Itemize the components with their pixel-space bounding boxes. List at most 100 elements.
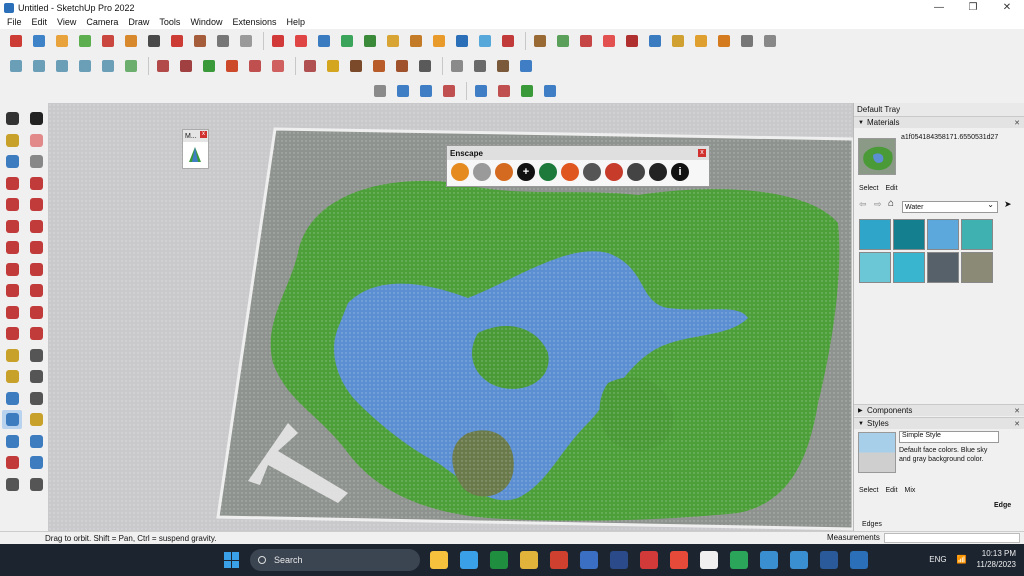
materials-close-icon[interactable]: ✕ xyxy=(1014,119,1020,127)
toolbar_row2-button-6[interactable] xyxy=(121,57,140,76)
toolbar_row3-button-7[interactable] xyxy=(517,82,536,101)
toolbar_row1-button-13[interactable] xyxy=(291,32,310,51)
toolbar_row2-button-16[interactable] xyxy=(369,57,388,76)
menu-file[interactable]: File xyxy=(2,17,27,27)
style-name-field[interactable]: Simple Style xyxy=(899,431,999,443)
menu-tools[interactable]: Tools xyxy=(154,17,185,27)
materials-section-header[interactable]: ▼ Materials ✕ xyxy=(854,116,1024,128)
enscape-feedback-icon[interactable] xyxy=(649,163,667,181)
menu-edit[interactable]: Edit xyxy=(27,17,53,27)
tag-tool-button[interactable] xyxy=(26,152,46,171)
toolbar_row1-button-30[interactable] xyxy=(691,32,710,51)
toolbar_row2-button-21[interactable] xyxy=(493,57,512,76)
pushpull-tool-button[interactable] xyxy=(26,281,46,300)
clock[interactable]: 10:13 PM 11/28/2023 xyxy=(977,548,1016,570)
styles-close-icon[interactable]: ✕ xyxy=(1014,420,1020,428)
dimension-tool-button[interactable] xyxy=(26,346,46,365)
material-swatch[interactable] xyxy=(927,252,959,283)
enscape-capture-icon[interactable] xyxy=(561,163,579,181)
styles-section-header[interactable]: ▼ Styles ✕ xyxy=(854,417,1024,429)
taskbar-app-icon[interactable] xyxy=(790,551,808,569)
enscape-sync-icon[interactable] xyxy=(473,163,491,181)
toolbar_row2-button-12[interactable] xyxy=(268,57,287,76)
orbit-tool-button[interactable] xyxy=(26,109,46,128)
menu-view[interactable]: View xyxy=(52,17,81,27)
toolbar_row1-button-23[interactable] xyxy=(530,32,549,51)
offset-tool-button[interactable] xyxy=(26,324,46,343)
close-window-button[interactable]: ✕ xyxy=(990,0,1024,15)
enscape-upload-icon[interactable] xyxy=(605,163,623,181)
previous-view-tool-button[interactable] xyxy=(26,453,46,472)
toolbar_row1-button-20[interactable] xyxy=(452,32,471,51)
toolbar_row2-button-17[interactable] xyxy=(392,57,411,76)
toolbar_row1-button-18[interactable] xyxy=(406,32,425,51)
material-library-select[interactable]: Water xyxy=(902,200,998,213)
taskbar-app-icon[interactable] xyxy=(550,551,568,569)
styles-edit-tab[interactable]: Edit xyxy=(885,487,897,494)
arc3-tool-button[interactable] xyxy=(2,260,22,279)
line-tool-button[interactable] xyxy=(2,174,22,193)
toolbar_row2-button-10[interactable] xyxy=(222,57,241,76)
toolbar_row1-button-15[interactable] xyxy=(337,32,356,51)
taskbar-app-icon[interactable] xyxy=(640,551,658,569)
toolbar_row1-button-11[interactable] xyxy=(236,32,255,51)
menu-camera[interactable]: Camera xyxy=(81,17,123,27)
details-arrow-icon[interactable]: ➤ xyxy=(1004,199,1012,210)
protractor-tool-button[interactable] xyxy=(2,367,22,386)
materials-select-tab[interactable]: Select xyxy=(859,185,878,192)
toolbar_row1-button-5[interactable] xyxy=(98,32,117,51)
polygon-tool-button[interactable] xyxy=(26,217,46,236)
toolbar_row2-button-15[interactable] xyxy=(346,57,365,76)
material-swatch[interactable] xyxy=(859,252,891,283)
mini-toolbar-panel[interactable]: M... x xyxy=(182,129,209,169)
toolbar_row2-button-22[interactable] xyxy=(516,57,535,76)
minimize-button[interactable]: — xyxy=(922,0,956,15)
rotate-tool-button[interactable] xyxy=(2,303,22,322)
components-section-header[interactable]: ▶ Components ✕ xyxy=(854,404,1024,416)
toolbar_row1-button-12[interactable] xyxy=(268,32,287,51)
text-tool-button[interactable] xyxy=(26,367,46,386)
taskbar-app-icon[interactable] xyxy=(820,551,838,569)
toolbar_row1-button-4[interactable] xyxy=(75,32,94,51)
toolbar_row1-button-19[interactable] xyxy=(429,32,448,51)
material-swatch[interactable] xyxy=(893,219,925,250)
edges-checkbox[interactable]: Edges xyxy=(862,521,882,528)
toolbar_row3-button-4[interactable] xyxy=(439,82,458,101)
zoom-extents-tool-button[interactable] xyxy=(2,453,22,472)
material-swatch[interactable] xyxy=(893,252,925,283)
toolbar_row1-button-27[interactable] xyxy=(622,32,641,51)
toolbar_row2-button-19[interactable] xyxy=(447,57,466,76)
forward-arrow-icon[interactable]: ⇨ xyxy=(874,199,882,210)
materials-edit-tab[interactable]: Edit xyxy=(885,185,897,192)
freehand-tool-button[interactable] xyxy=(26,174,46,193)
eraser-tool-button[interactable] xyxy=(26,131,46,150)
toolbar_row1-button-32[interactable] xyxy=(737,32,756,51)
enscape-settings-icon[interactable] xyxy=(627,163,645,181)
language-indicator[interactable]: ENG xyxy=(929,555,946,564)
toolbar_row3-button-1[interactable] xyxy=(370,82,389,101)
back-arrow-icon[interactable]: ⇦ xyxy=(859,199,867,210)
home-icon[interactable]: ⌂ xyxy=(888,198,894,209)
toolbar_row3-button-5[interactable] xyxy=(471,82,490,101)
menu-draw[interactable]: Draw xyxy=(123,17,154,27)
toolbar_row2-button-13[interactable] xyxy=(300,57,319,76)
toolbar_row2-button-14[interactable] xyxy=(323,57,342,76)
toolbar_row2-button-9[interactable] xyxy=(199,57,218,76)
toolbar_row1-button-21[interactable] xyxy=(475,32,494,51)
toolbar_row2-button-5[interactable] xyxy=(98,57,117,76)
material-swatch[interactable] xyxy=(961,219,993,250)
toolbar_row1-button-10[interactable] xyxy=(213,32,232,51)
toolbar_row3-button-8[interactable] xyxy=(540,82,559,101)
arc-tool-button[interactable] xyxy=(2,238,22,257)
toolbar_row2-button-3[interactable] xyxy=(52,57,71,76)
arc2-tool-button[interactable] xyxy=(26,238,46,257)
pan-tool-button[interactable] xyxy=(26,410,46,429)
lookaround-tool-button[interactable] xyxy=(26,475,46,494)
mini-panel-tool-icon[interactable] xyxy=(183,142,208,168)
toolbar_row1-button-3[interactable] xyxy=(52,32,71,51)
rectangle-tool-button[interactable] xyxy=(2,195,22,214)
taskbar-app-icon[interactable] xyxy=(670,551,688,569)
toolbar_row1-button-26[interactable] xyxy=(599,32,618,51)
zoom-window-tool-button[interactable] xyxy=(26,432,46,451)
menu-window[interactable]: Window xyxy=(185,17,227,27)
